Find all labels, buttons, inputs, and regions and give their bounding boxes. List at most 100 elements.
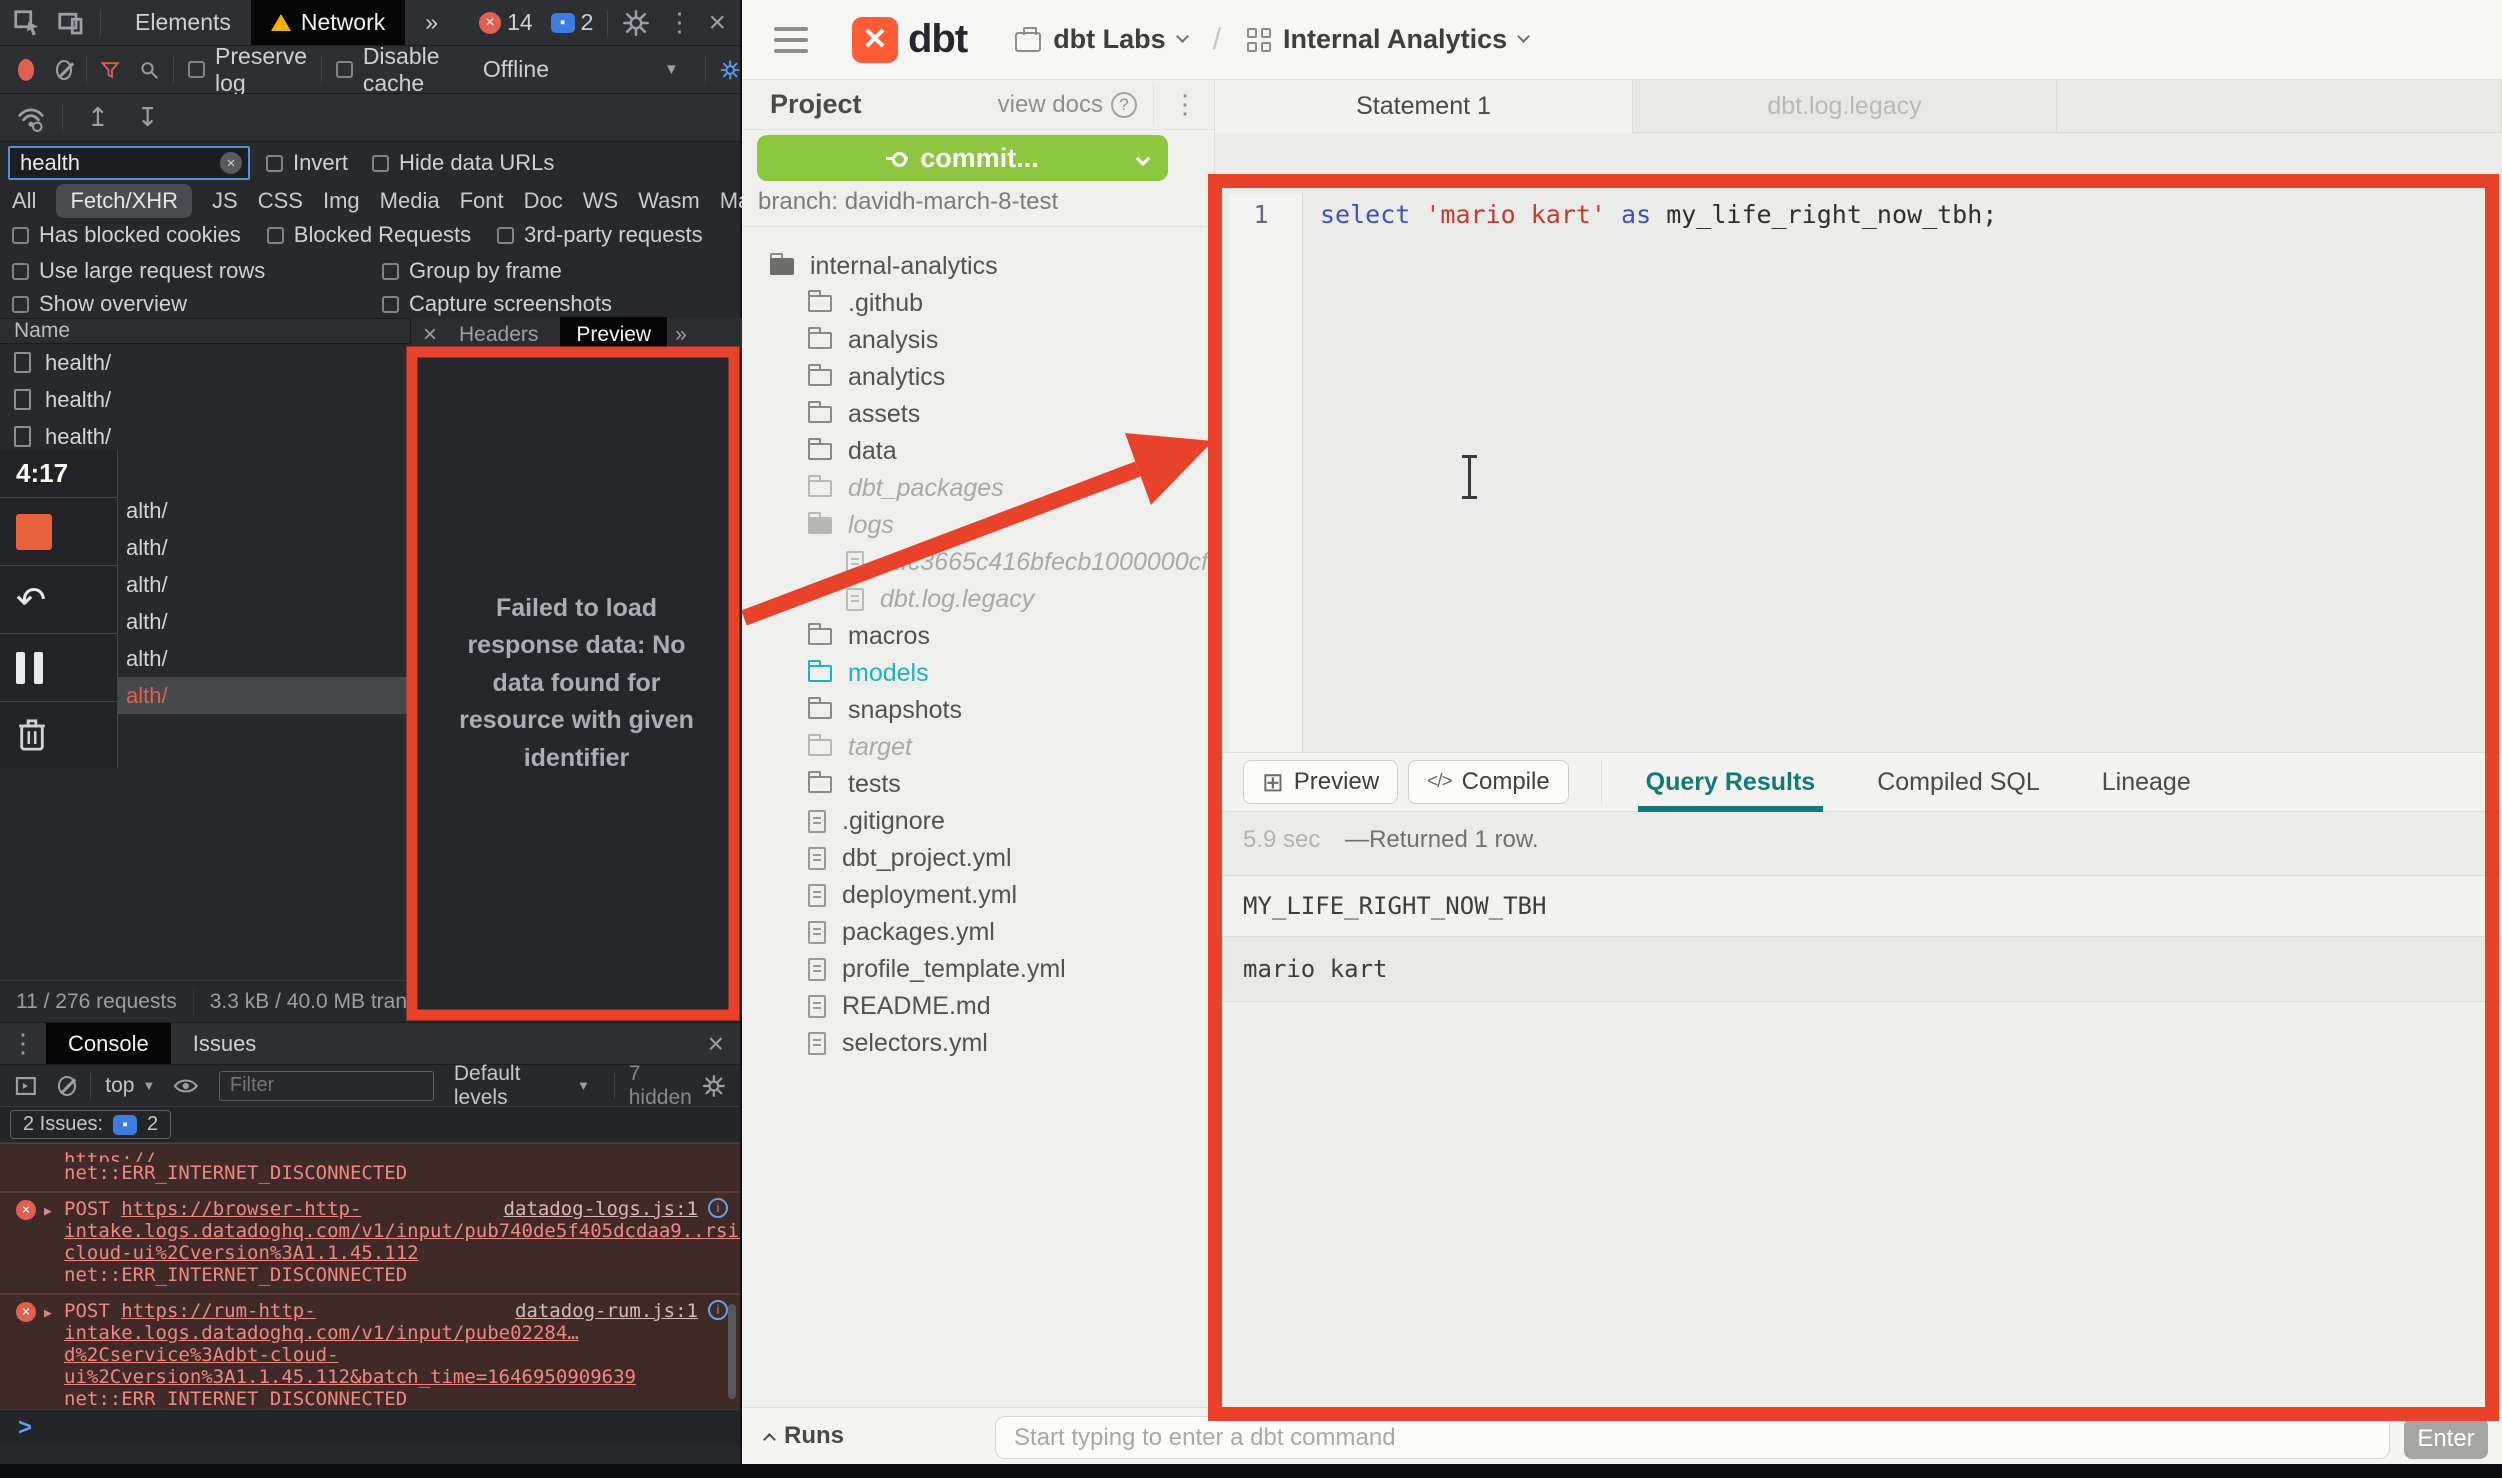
- tree-item-profile-template-yml[interactable]: profile_template.yml: [742, 951, 1215, 988]
- tree-item-deployment-yml[interactable]: deployment.yml: [742, 877, 1215, 914]
- preserve-log-checkbox[interactable]: Preserve log: [188, 43, 307, 97]
- search-icon[interactable]: [139, 56, 159, 84]
- restart-recording-button[interactable]: ↶: [0, 566, 117, 634]
- results-row[interactable]: mario kart: [1215, 937, 2502, 1002]
- tree-item--nfc3665c416bfecb1000000cf[interactable]: .nfc3665c416bfecb1000000cf: [742, 544, 1215, 581]
- blocked-requests-checkbox[interactable]: Blocked Requests: [267, 222, 471, 248]
- network-settings-gear-icon[interactable]: [720, 56, 740, 84]
- tab-query-results[interactable]: Query Results: [1638, 753, 1824, 811]
- network-filter-input[interactable]: [8, 146, 250, 180]
- drawer-kebab-icon[interactable]: ⋮: [10, 1028, 36, 1059]
- info-icon[interactable]: i: [708, 1198, 728, 1218]
- console-sidebar-icon[interactable]: [14, 1073, 38, 1099]
- tab-issues[interactable]: Issues: [171, 1023, 279, 1064]
- settings-gear-icon[interactable]: [622, 9, 650, 37]
- group-by-frame-checkbox[interactable]: Group by frame: [382, 258, 562, 284]
- sql-code-line[interactable]: select 'mario kart' as my_life_right_now…: [1320, 200, 1997, 229]
- log-levels-select[interactable]: Default levels: [454, 1062, 569, 1110]
- commit-dropdown-chevron[interactable]: [1136, 152, 1150, 166]
- tab-preview[interactable]: Preview: [560, 317, 667, 353]
- dbt-logo[interactable]: ✕ dbt: [852, 17, 967, 63]
- tree-item-packages-yml[interactable]: packages.yml: [742, 914, 1215, 951]
- record-icon[interactable]: [18, 59, 34, 81]
- expand-triangle-icon[interactable]: ▶: [44, 1201, 52, 1223]
- more-detail-tabs-icon[interactable]: »: [675, 323, 687, 347]
- runs-toggle[interactable]: Runs: [765, 1422, 844, 1450]
- issues-summary[interactable]: 2 Issues: ▪ 2: [10, 1110, 171, 1139]
- tree-item-macros[interactable]: macros: [742, 618, 1215, 655]
- close-detail-icon[interactable]: ×: [423, 321, 437, 349]
- export-har-icon[interactable]: ↧: [137, 102, 159, 133]
- filter-chip-fetch-xhr[interactable]: Fetch/XHR: [56, 184, 192, 218]
- stop-recording-button[interactable]: [0, 498, 117, 566]
- tab-headers[interactable]: Headers: [445, 321, 552, 349]
- commit-button[interactable]: commit...: [757, 135, 1168, 181]
- tree-item-models[interactable]: models: [742, 655, 1215, 692]
- tree-item-selectors-yml[interactable]: selectors.yml: [742, 1025, 1215, 1062]
- close-devtools-icon[interactable]: ×: [708, 6, 726, 40]
- tree-item-analytics[interactable]: analytics: [742, 359, 1215, 396]
- filter-chip-font[interactable]: Font: [460, 188, 504, 214]
- filter-chip-ws[interactable]: WS: [583, 188, 618, 214]
- filter-chip-js[interactable]: JS: [212, 188, 238, 214]
- console-prompt[interactable]: >: [0, 1409, 740, 1445]
- console-filter-input[interactable]: [219, 1071, 434, 1101]
- tree-item-tests[interactable]: tests: [742, 766, 1215, 803]
- throttling-dropdown-arrow[interactable]: ▼: [664, 61, 679, 78]
- tree-item-dbt-packages[interactable]: dbt_packages: [742, 470, 1215, 507]
- tab-network[interactable]: Network: [251, 0, 405, 45]
- context-dropdown-arrow[interactable]: ▼: [142, 1078, 155, 1093]
- tab-elements[interactable]: Elements: [115, 0, 251, 45]
- tree-item-internal-analytics[interactable]: internal-analytics: [742, 248, 1215, 285]
- hide-data-urls-checkbox[interactable]: Hide data URLs: [372, 150, 554, 176]
- filter-chip-doc[interactable]: Doc: [524, 188, 563, 214]
- dbt-command-input[interactable]: [995, 1416, 2390, 1459]
- error-source-link[interactable]: datadog-rum.js:1: [515, 1300, 698, 1322]
- network-request-row[interactable]: health/: [0, 381, 410, 418]
- issues-count-badge[interactable]: ▪2: [551, 9, 594, 36]
- view-docs-link[interactable]: view docs?: [998, 91, 1137, 119]
- capture-screenshots-checkbox[interactable]: Capture screenshots: [382, 291, 612, 317]
- tree-item--gitignore[interactable]: .gitignore: [742, 803, 1215, 840]
- filter-chip-media[interactable]: Media: [380, 188, 440, 214]
- levels-dropdown-arrow[interactable]: ▼: [577, 1078, 590, 1093]
- clear-console-icon[interactable]: [58, 1076, 77, 1096]
- tab-statement-1[interactable]: Statement 1: [1215, 80, 1633, 133]
- console-scrollbar[interactable]: [728, 1304, 736, 1399]
- project-switcher[interactable]: Internal Analytics: [1247, 24, 1528, 55]
- compile-button[interactable]: </>Compile: [1408, 760, 1569, 804]
- pause-recording-button[interactable]: [0, 634, 117, 702]
- tree-item-logs[interactable]: logs: [742, 507, 1215, 544]
- tree-item-dbt-project-yml[interactable]: dbt_project.yml: [742, 840, 1215, 877]
- throttling-select[interactable]: Offline: [483, 56, 549, 83]
- clear-filter-icon[interactable]: ×: [220, 152, 242, 174]
- tree-item-snapshots[interactable]: snapshots: [742, 692, 1215, 729]
- filter-chip-all[interactable]: All: [12, 188, 36, 214]
- error-count-badge[interactable]: ×14: [479, 9, 533, 36]
- tree-item-readme-md[interactable]: README.md: [742, 988, 1215, 1025]
- preview-button[interactable]: ⊞Preview: [1243, 760, 1398, 804]
- invert-checkbox[interactable]: Invert: [266, 150, 348, 176]
- tree-item--github[interactable]: .github: [742, 285, 1215, 322]
- expand-triangle-icon[interactable]: ▶: [44, 1303, 52, 1325]
- eye-icon[interactable]: [173, 1076, 199, 1096]
- tab-lineage[interactable]: Lineage: [2094, 753, 2199, 811]
- account-switcher[interactable]: dbt Labs: [1015, 24, 1187, 55]
- filter-chip-img[interactable]: Img: [323, 188, 360, 214]
- network-conditions-wifi-icon[interactable]: [14, 103, 48, 133]
- request-url-link[interactable]: https://…: [64, 1149, 167, 1162]
- tree-item-dbt-log-legacy[interactable]: dbt.log.legacy: [742, 581, 1215, 618]
- filter-funnel-icon[interactable]: [100, 56, 120, 84]
- more-tabs-button[interactable]: »: [405, 0, 458, 45]
- tab-compiled-sql[interactable]: Compiled SQL: [1869, 753, 2048, 811]
- close-drawer-icon[interactable]: ×: [708, 1028, 724, 1060]
- console-settings-gear-icon[interactable]: [702, 1073, 726, 1099]
- inspect-element-icon[interactable]: [12, 8, 42, 38]
- enter-button[interactable]: Enter: [2404, 1418, 2488, 1459]
- has-blocked-cookies-checkbox[interactable]: Has blocked cookies: [12, 222, 241, 248]
- device-toolbar-icon[interactable]: [56, 8, 86, 38]
- tab-dbt-log-legacy[interactable]: dbt.log.legacy: [1633, 80, 2057, 133]
- hamburger-menu-icon[interactable]: [774, 27, 808, 53]
- info-icon[interactable]: i: [708, 1300, 728, 1320]
- tree-item-analysis[interactable]: analysis: [742, 322, 1215, 359]
